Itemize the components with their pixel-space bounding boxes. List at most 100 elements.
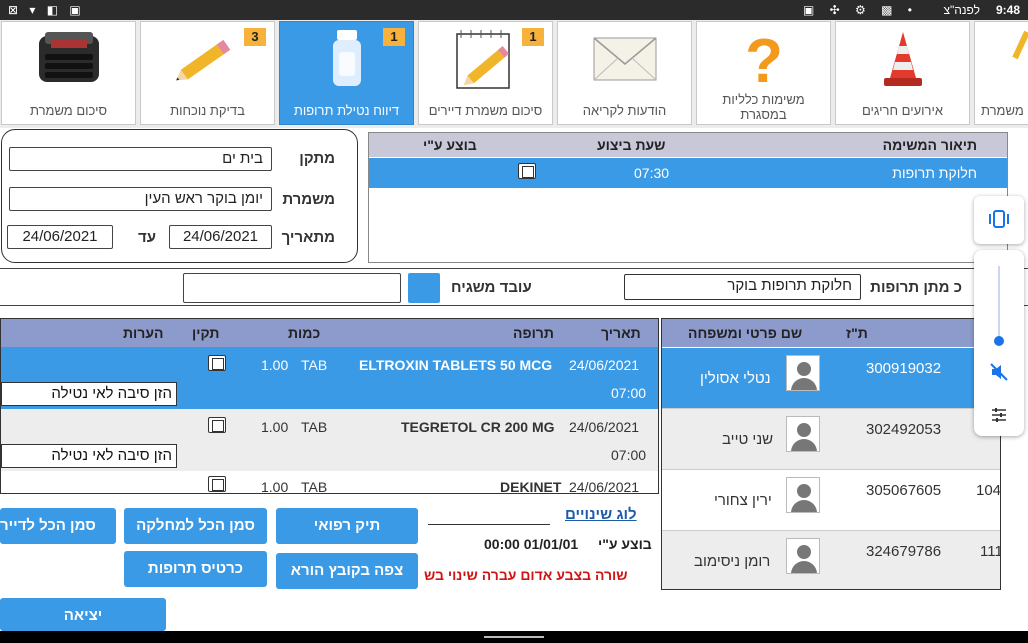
tile-attendance-check[interactable]: 3 בדיקת נוכחות — [140, 21, 275, 125]
tile-exceptional-events[interactable]: אירועים חריגים — [835, 21, 970, 125]
tile-label: משמרת — [981, 103, 1024, 118]
supervisor-label: עובד משגיח — [451, 279, 532, 296]
meds-given-label: כ מתן תרופות — [870, 279, 962, 296]
volume-track — [998, 266, 1000, 340]
tile-shift-summary[interactable]: סיכום משמרת — [1, 21, 136, 125]
drug-quantity: 1.00 — [261, 479, 289, 494]
col-notes: הערות — [123, 325, 164, 341]
patient-id: 302492053 — [866, 421, 942, 438]
medical-file-button[interactable]: תיק רפואי — [276, 508, 418, 544]
tile-shift-partial[interactable]: משמרת — [974, 21, 1028, 125]
facility-field[interactable]: בית ים — [9, 147, 272, 171]
vibrate-button[interactable] — [974, 196, 1024, 244]
typewriter-icon — [38, 32, 99, 82]
done-by-label: בוצע ע"י — [598, 536, 652, 552]
patient-name: שני טייב — [722, 431, 774, 448]
to-date-field[interactable]: 24/06/2021 — [7, 225, 113, 249]
to-date-label: עד — [138, 229, 157, 246]
view-file-button[interactable]: צפה בקובץ הורא — [276, 553, 418, 589]
change-log-link[interactable]: לוג שינויים — [565, 506, 637, 523]
tasks-table-header: תיאור המשימה שעת ביצוע בוצע ע"י — [369, 133, 1007, 157]
tile-label: סיכום משמרת דיירים — [428, 103, 543, 118]
changed-row-note: שורה בצבע אדום עברה שינוי בש — [424, 567, 628, 583]
from-date-label: מתאריך — [281, 229, 335, 246]
partial-icon — [1012, 30, 1028, 60]
patient-row[interactable]: 300919032 נטלי אסולין — [662, 348, 1000, 409]
mark-all-department-button[interactable]: סמן הכל למחלקה — [124, 508, 267, 544]
done-by-value: 00:00 01/01/01 — [484, 536, 579, 552]
patient-row[interactable]: 302492053 שני טייב — [662, 409, 1000, 470]
status-time: 9:48 — [995, 3, 1020, 17]
pencil-icon — [175, 39, 230, 81]
drug-quantity: 1.00 — [261, 419, 289, 435]
drug-row[interactable]: 24/06/2021 07:00 ELTROXIN TABLETS 50 MCG… — [1, 347, 658, 409]
medication-card-button[interactable]: כרטיס תרופות — [124, 551, 267, 587]
question-mark-icon: ? — [745, 28, 783, 90]
drug-row[interactable]: 24/06/2021 DEKINET TAB 1.00 — [1, 471, 658, 494]
patient-room: 111 — [980, 543, 1001, 560]
filter-panel: מתקן בית ים משמרת יומן בוקר ראש העין מתא… — [1, 129, 358, 263]
avatar — [786, 538, 820, 574]
pill-bottle-icon — [332, 30, 361, 86]
drug-row[interactable]: 24/06/2021 07:00 TEGRETOL CR 200 MG TAB … — [1, 409, 658, 471]
col-name: שם פרטי ומשפחה — [688, 325, 803, 341]
drug-valid-checkbox[interactable] — [208, 417, 226, 433]
sliders-icon[interactable] — [990, 406, 1008, 424]
status-am-pm: לפנה"צ — [943, 3, 980, 17]
home-gesture-pill[interactable] — [484, 636, 544, 638]
tile-label: דיווח נטילת תרופות — [293, 103, 400, 118]
tile-label: סיכום משמרת — [29, 103, 108, 118]
patients-table: ת"ז שם פרטי ומשפחה 300919032 נטלי אסולין… — [661, 318, 1001, 590]
patient-name: רומן ניסימוב — [694, 553, 771, 570]
task-time: 07:30 — [634, 165, 670, 181]
muted-speaker-icon[interactable] — [989, 362, 1009, 382]
patient-id: 324679786 — [866, 543, 942, 560]
non-intake-reason-field[interactable]: הזן סיבה לאי נטילה — [1, 382, 177, 406]
task-checkbox[interactable] — [518, 163, 536, 179]
drug-time: 07:00 — [611, 385, 647, 401]
drug-name: TEGRETOL CR 200 MG — [401, 419, 555, 435]
avatar — [786, 416, 820, 452]
drug-name: DEKINET — [500, 479, 562, 494]
drug-unit: TAB — [301, 357, 328, 373]
supervisor-picker-button[interactable] — [408, 273, 440, 303]
patients-table-header: ת"ז שם פרטי ומשפחה — [662, 319, 1000, 347]
meds-given-field[interactable]: חלוקת תרופות בוקר — [624, 274, 861, 300]
system-nav-bar — [0, 631, 1028, 643]
volume-panel — [974, 250, 1024, 436]
patient-row[interactable]: 104 305067605 ירין צחורי — [662, 470, 1000, 531]
tile-label: אירועים חריגים — [861, 103, 944, 118]
mark-all-resident-button[interactable]: סמן הכל לדייר — [0, 508, 116, 544]
patient-name: נטלי אסולין — [700, 370, 771, 387]
non-intake-reason-field[interactable]: הזן סיבה לאי נטילה — [1, 444, 177, 468]
exit-button[interactable]: יציאה — [0, 598, 166, 631]
avatar — [786, 477, 820, 513]
patient-id: 300919032 — [866, 360, 942, 377]
col-valid: תקין — [192, 325, 220, 341]
drug-valid-checkbox[interactable] — [208, 476, 226, 492]
drug-valid-checkbox[interactable] — [208, 355, 226, 371]
tile-messages[interactable]: הודעות לקריאה — [557, 21, 692, 125]
drugs-table-header: תאריך תרופה כמות תקין הערות — [1, 319, 658, 347]
tile-medication-report[interactable]: 1 דיווח נטילת תרופות — [279, 21, 414, 125]
patient-room: 104 — [976, 482, 1001, 499]
patient-name: ירין צחורי — [714, 492, 772, 509]
meds-given-row: כ מתן תרופות חלוקת תרופות בוקר עובד משגי… — [0, 268, 1028, 306]
volume-slider-thumb[interactable] — [994, 336, 1004, 346]
envelope-icon — [593, 37, 656, 81]
col-date: תאריך — [601, 325, 641, 341]
drug-quantity: 1.00 — [261, 357, 289, 373]
task-row[interactable]: חלוקת תרופות 07:30 — [369, 158, 1007, 188]
shift-field[interactable]: יומן בוקר ראש העין — [9, 187, 272, 211]
tile-residents-shift-summary[interactable]: 1 סיכום משמרת דיירים — [418, 21, 553, 125]
patient-row[interactable]: 111 324679786 רומן ניסימוב — [662, 531, 1001, 589]
tile-general-tasks[interactable]: ? משימות כלליות במסגרת — [696, 21, 831, 125]
drug-unit: TAB — [301, 479, 328, 494]
from-date-field[interactable]: 24/06/2021 — [169, 225, 272, 249]
supervisor-field[interactable] — [183, 273, 401, 303]
status-left-icons: ⊠ ▾ ◧ ▣ — [8, 3, 85, 17]
col-done-by: בוצע ע"י — [423, 137, 477, 153]
traffic-cone-icon — [883, 32, 922, 86]
col-quantity: כמות — [288, 325, 321, 341]
shift-label: משמרת — [282, 191, 335, 208]
